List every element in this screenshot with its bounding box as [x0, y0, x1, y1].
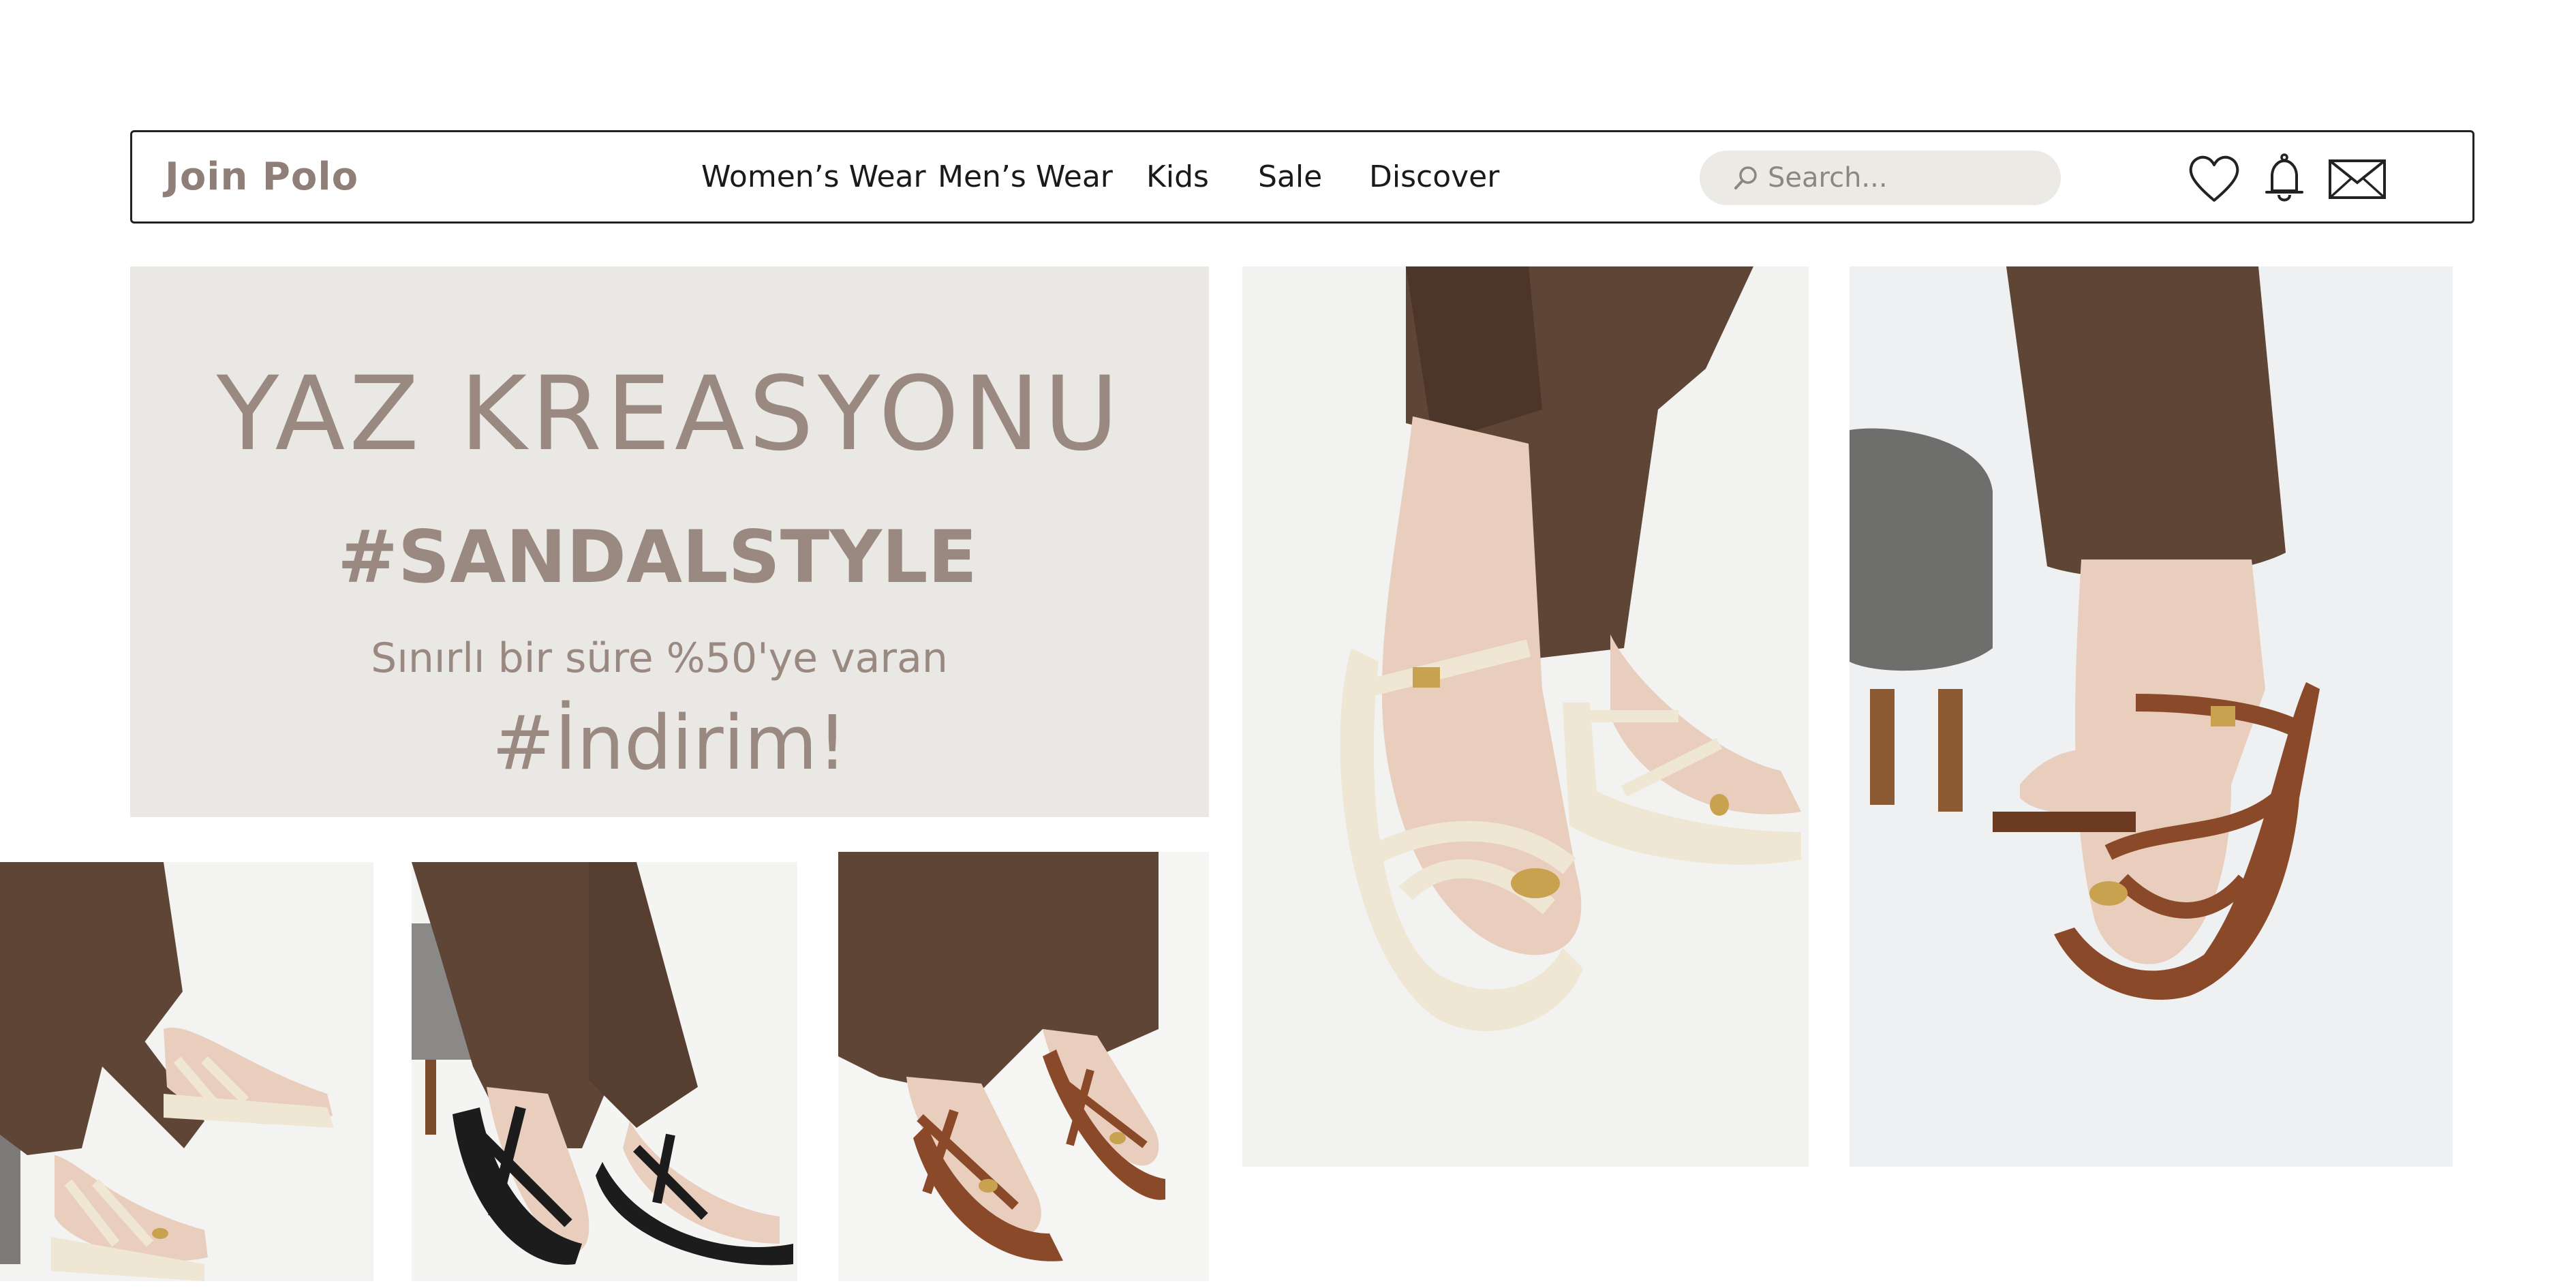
search-box[interactable]: [1700, 151, 2061, 205]
nav-womens-wear[interactable]: Women’s Wear: [701, 132, 926, 221]
promo-banner[interactable]: YAZ KREASYONU #SANDALSTYLE Sınırlı bir s…: [130, 266, 1209, 817]
site-header: Join Polo Women’s Wear Men’s Wear Kids S…: [130, 130, 2474, 224]
search-icon: [1732, 164, 1760, 191]
promo-hashtag: #SANDALSTYLE: [337, 515, 977, 599]
bell-icon[interactable]: [2257, 153, 2312, 204]
photo-black-sandals[interactable]: [412, 862, 797, 1281]
promo-subtitle: Sınırlı bir süre %50'ye varan: [371, 634, 948, 682]
photo-cream-sandals-closeup[interactable]: [1242, 266, 1809, 1167]
photo-cream-sandals-side[interactable]: [0, 862, 373, 1281]
nav-sale[interactable]: Sale: [1258, 132, 1322, 221]
photo-brown-sandals-closeup[interactable]: [1850, 266, 2453, 1167]
promo-title: YAZ KREASYONU: [216, 355, 1123, 474]
nav-kids[interactable]: Kids: [1146, 132, 1209, 221]
brand-logo[interactable]: Join Polo: [165, 132, 358, 221]
mail-icon[interactable]: [2327, 153, 2388, 204]
photo-brown-sandals-top[interactable]: [838, 852, 1209, 1281]
promo-discount: #İndirim!: [491, 699, 848, 786]
nav-discover[interactable]: Discover: [1369, 132, 1499, 221]
nav-mens-wear[interactable]: Men’s Wear: [938, 132, 1113, 221]
heart-icon[interactable]: [2187, 153, 2241, 204]
search-input[interactable]: [1768, 162, 2040, 194]
